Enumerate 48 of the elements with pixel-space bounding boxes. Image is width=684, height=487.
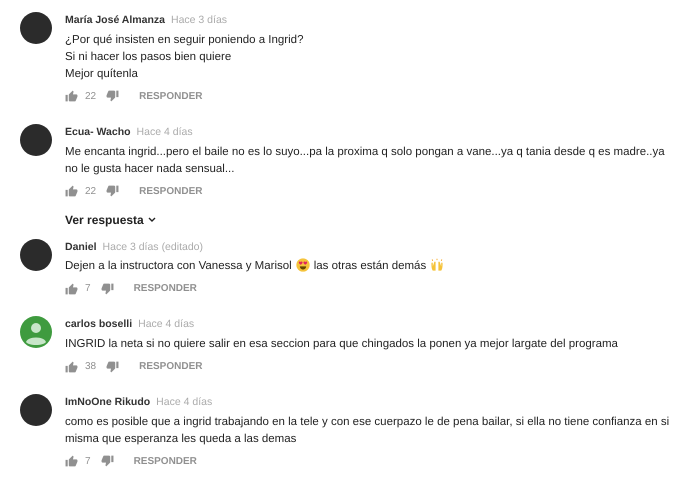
avatar-photo-placeholder <box>20 124 52 156</box>
chevron-down-icon <box>148 217 156 222</box>
comment-text: como es posible que a ingrid trabajando en la tele y con ese cuerpazo le de pena bailar, si ella no tiene confianza en si misma que esperanza les queda a las demas <box>65 416 670 445</box>
like-count: 7 <box>85 454 91 469</box>
thumbs-down-icon[interactable] <box>106 360 120 372</box>
thumbs-down-icon[interactable] <box>100 455 114 468</box>
thumbs-up-icon[interactable] <box>65 282 78 295</box>
like-count: 38 <box>85 360 96 374</box>
reply-button[interactable]: RESPONDER <box>139 359 202 374</box>
view-replies-button[interactable]: Ver respuesta <box>65 210 156 228</box>
comment-author[interactable]: Ecua- Wacho <box>65 124 131 140</box>
comment-time[interactable]: Hace 3 días <box>102 240 159 256</box>
like-count: 7 <box>85 282 91 296</box>
comment-time[interactable]: Hace 4 días <box>138 317 194 333</box>
comment-time[interactable]: Hace 3 días <box>171 13 228 29</box>
comment-text: Si ni hacer los pasos bien quiere <box>65 50 232 63</box>
comment-author[interactable]: Daniel <box>65 240 97 256</box>
comment-text: ¿Por qué insisten en seguir poniendo a Ingrid? <box>65 34 304 46</box>
comment-time[interactable]: Hace 4 días <box>156 395 212 411</box>
thumbs-up-icon[interactable] <box>65 185 78 197</box>
comment-text: INGRID la neta si no quiere salir en esa seccion para que chingados la ponen ya mejor largate del programa <box>65 338 618 350</box>
thumbs-down-icon[interactable] <box>100 282 114 295</box>
thumbs-up-icon[interactable] <box>65 360 78 372</box>
reply-button[interactable]: RESPONDER <box>134 281 197 296</box>
thumbs-up-icon[interactable] <box>65 455 78 468</box>
heart-eyes-emoji-icon <box>296 258 310 272</box>
avatar-photo-placeholder <box>20 238 52 270</box>
comment-text: Me encanta ingrid...pero el baile no es lo suyo...pa la proxima q solo pongan a vane...ya q tania desde q es madre..ya no le gusta hacer nada sensual... <box>65 146 665 174</box>
thumbs-down-icon[interactable] <box>106 90 120 102</box>
edited-label: (editado) <box>162 240 204 254</box>
reply-button[interactable]: RESPONDER <box>139 184 202 198</box>
avatar-icon <box>20 316 52 348</box>
reply-button[interactable]: RESPONDER <box>134 454 197 469</box>
comment-author[interactable]: carlos boselli <box>65 317 132 333</box>
thumbs-up-icon[interactable] <box>65 90 78 102</box>
raised-hands-emoji-icon <box>430 258 444 272</box>
thumbs-down-icon[interactable] <box>106 185 120 197</box>
like-count: 22 <box>85 90 96 104</box>
comment-author[interactable]: ImNoOne Rikudo <box>65 395 150 411</box>
comment-text: Dejen a la instructora con Vanessa y Marisol <box>65 260 292 272</box>
avatar-photo-placeholder <box>20 12 52 44</box>
like-count: 22 <box>85 184 96 198</box>
comment-author[interactable]: María José Almanza <box>65 13 165 29</box>
reply-button[interactable]: RESPONDER <box>139 88 202 104</box>
comment-time[interactable]: Hace 4 días <box>136 124 193 140</box>
comment-text: las otras están demás <box>314 260 426 272</box>
comment-text: Mejor quítenla <box>65 68 138 80</box>
avatar-photo-placeholder <box>20 394 52 426</box>
